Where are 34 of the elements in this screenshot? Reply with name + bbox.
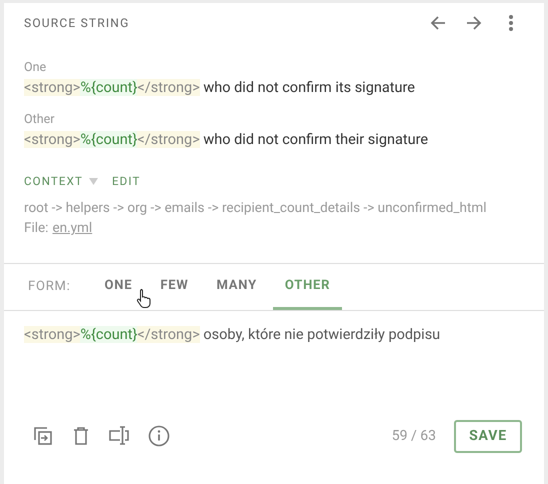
save-button[interactable]: SAVE	[454, 420, 522, 453]
caret-icon	[88, 178, 98, 186]
key-path: root -> helpers -> org -> emails -> recipient_count_details -> unconfirmed_html	[24, 199, 488, 218]
context-toggle[interactable]: CONTEXT	[24, 173, 98, 190]
pointer-cursor-icon	[136, 288, 152, 308]
character-counter: 59 / 63	[392, 426, 436, 446]
string-text: who did not confirm their signature	[202, 131, 428, 148]
html-tag-highlight: <strong>	[24, 79, 80, 96]
form-tab[interactable]: FEW	[148, 276, 201, 310]
info-icon[interactable]	[148, 425, 170, 448]
form-tab[interactable]: OTHER	[272, 276, 342, 310]
translation-field[interactable]: <strong>%{count}</strong> osoby, które nie potwierdziły podpisu	[4, 311, 544, 416]
html-tag-highlight: </strong>	[137, 79, 200, 96]
html-tag-highlight: <strong>	[24, 131, 80, 148]
variable-highlight: %{count}	[80, 131, 138, 148]
html-tag-highlight: </strong>	[137, 131, 200, 148]
edit-link[interactable]: EDIT	[112, 173, 140, 190]
plural-form-label: One	[24, 59, 48, 77]
plural-form-label: Other	[24, 111, 56, 129]
html-tag-highlight: <strong>	[24, 326, 80, 344]
copy-icon[interactable]	[32, 425, 54, 448]
variable-highlight: %{count}	[80, 79, 138, 96]
form-label: FORM:	[28, 278, 71, 296]
form-tab[interactable]: MANY	[204, 276, 269, 310]
more-menu-icon[interactable]	[508, 14, 514, 32]
variable-highlight: %{count}	[80, 326, 138, 344]
file-link[interactable]: en.yml	[52, 218, 92, 238]
file-label: File:	[24, 219, 48, 238]
trash-icon[interactable]	[72, 426, 90, 446]
text-cursor-icon[interactable]	[108, 425, 130, 448]
string-text: who did not confirm its signature	[202, 79, 415, 96]
html-tag-highlight: </strong>	[137, 326, 200, 344]
section-title: SOURCE STRING	[24, 15, 130, 32]
string-text: osoby, które nie potwierdziły podpisu	[202, 326, 440, 344]
